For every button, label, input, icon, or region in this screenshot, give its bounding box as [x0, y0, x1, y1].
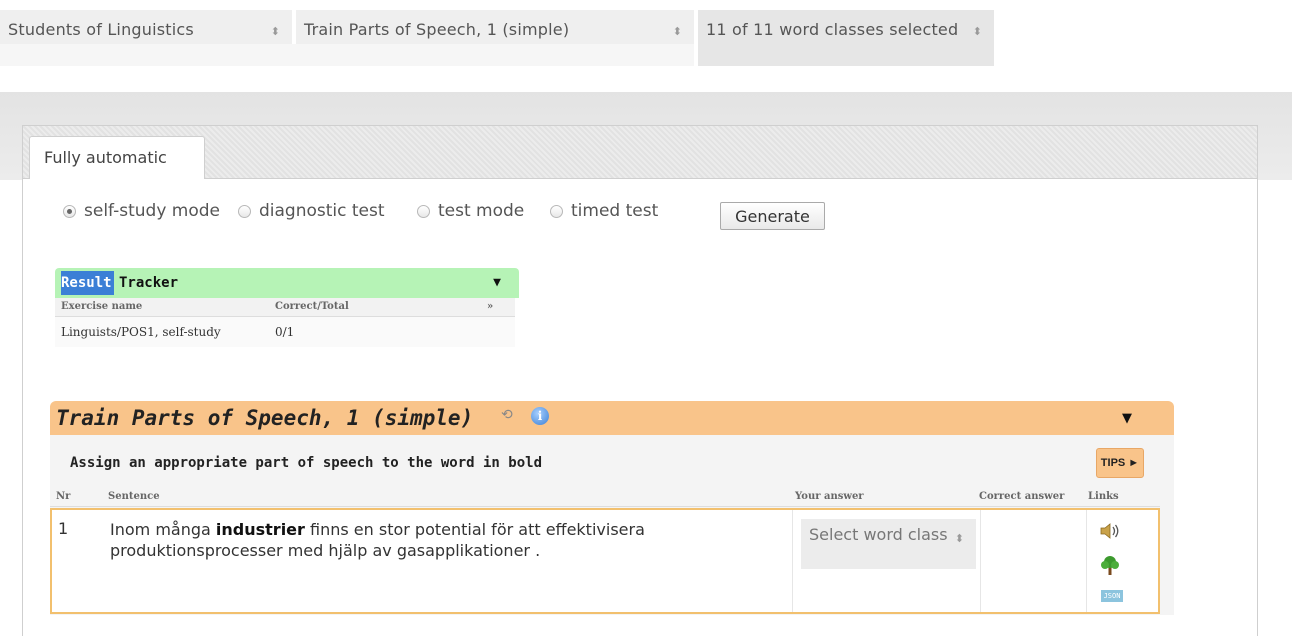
filter-bar: Students of Linguistics ⬍ Train Parts of…: [0, 10, 1292, 70]
column-your-answer: Your answer: [795, 491, 864, 502]
exercise-columns: Nr Sentence Your answer Correct answer L…: [50, 488, 1160, 507]
column-divider: [980, 510, 981, 612]
word-classes-select-label: 11 of 11 word classes selected: [706, 20, 959, 39]
result-tracker-title-highlight: Result: [61, 271, 114, 295]
tab-bar: Fully automatic: [23, 126, 1257, 179]
row-number: 1: [58, 519, 69, 538]
target-word: industrier: [215, 520, 305, 539]
group-select-label: Students of Linguistics: [8, 20, 194, 39]
json-icon[interactable]: JSON: [1101, 590, 1123, 602]
select-arrows-icon: ⬍: [954, 532, 964, 545]
speaker-icon[interactable]: [1099, 522, 1121, 540]
expand-columns-icon[interactable]: »: [487, 301, 493, 312]
mode-diagnostic-test[interactable]: diagnostic test: [238, 201, 385, 221]
mode-label: test mode: [438, 201, 525, 221]
mode-label: timed test: [571, 201, 659, 221]
word-class-select[interactable]: Select word class ⬍: [801, 519, 976, 569]
exercise-panel: Train Parts of Speech, 1 (simple) ⟲ i ▼ …: [50, 401, 1174, 615]
select-arrows-icon: ⬍: [972, 25, 982, 38]
column-divider: [792, 510, 793, 612]
column-links: Links: [1088, 491, 1119, 502]
exercise-select-label: Train Parts of Speech, 1 (simple): [304, 20, 570, 39]
exercise-header: Train Parts of Speech, 1 (simple) ⟲ i ▼: [50, 401, 1174, 435]
top-strip: [0, 0, 1292, 8]
table-row: Linguists/POS1, self-study 0/1: [55, 317, 515, 347]
table-row: 1 Inom många industrier finns en stor po…: [50, 508, 1160, 614]
mode-timed-test[interactable]: timed test: [550, 201, 658, 221]
exercise-instruction: Assign an appropriate part of speech to …: [70, 455, 543, 471]
column-nr: Nr: [56, 491, 71, 502]
column-correct-answer: Correct answer: [979, 491, 1065, 502]
select-arrows-icon: ⬍: [270, 25, 280, 38]
radio-icon[interactable]: [550, 204, 563, 218]
filter-bar-fill: [0, 44, 694, 66]
word-classes-select[interactable]: 11 of 11 word classes selected ⬍: [698, 10, 994, 66]
caret-down-icon[interactable]: ▼: [493, 275, 501, 290]
mode-self-study[interactable]: self-study mode: [63, 201, 220, 221]
group-select[interactable]: Students of Linguistics ⬍: [0, 10, 292, 44]
generate-button[interactable]: Generate: [720, 202, 825, 230]
result-tracker-title: Tracker: [119, 275, 179, 291]
column-divider: [1086, 510, 1087, 612]
sync-icon[interactable]: ⟲: [501, 407, 513, 423]
tab-fully-automatic[interactable]: Fully automatic: [29, 136, 205, 179]
result-tracker-columns: Exercise name Correct/Total »: [55, 298, 515, 317]
mode-label: diagnostic test: [259, 201, 385, 221]
tracker-exercise-name: Linguists/POS1, self-study: [61, 325, 221, 339]
exercise-select[interactable]: Train Parts of Speech, 1 (simple) ⬍: [296, 10, 694, 44]
result-tracker: Result Tracker ▼ Exercise name Correct/T…: [55, 268, 519, 347]
word-class-select-label: Select word class: [809, 525, 948, 544]
tree-icon[interactable]: [1099, 554, 1121, 576]
caret-down-icon[interactable]: ▼: [1122, 411, 1132, 426]
main-panel: Fully automatic self-study mode diagnost…: [22, 125, 1258, 636]
mode-test-mode[interactable]: test mode: [417, 201, 524, 221]
radio-selected-icon[interactable]: [63, 204, 76, 218]
result-tracker-table: Exercise name Correct/Total » Linguists/…: [55, 298, 515, 347]
exercise-body: Assign an appropriate part of speech to …: [50, 435, 1174, 615]
column-exercise-name: Exercise name: [61, 301, 143, 312]
tips-button[interactable]: TIPS ►: [1096, 448, 1144, 478]
info-icon[interactable]: i: [531, 407, 549, 425]
column-sentence: Sentence: [108, 491, 160, 502]
radio-icon[interactable]: [417, 204, 430, 218]
radio-icon[interactable]: [238, 204, 251, 218]
mode-label: self-study mode: [84, 201, 220, 221]
tracker-score: 0/1: [275, 325, 295, 339]
select-arrows-icon: ⬍: [672, 25, 682, 38]
result-tracker-header[interactable]: Result Tracker ▼: [55, 268, 519, 298]
sentence-before: Inom många: [110, 520, 216, 539]
column-correct-total: Correct/Total: [275, 301, 349, 312]
sentence-text: Inom många industrier finns en stor pote…: [110, 519, 760, 561]
exercise-title: Train Parts of Speech, 1 (simple): [56, 406, 474, 430]
